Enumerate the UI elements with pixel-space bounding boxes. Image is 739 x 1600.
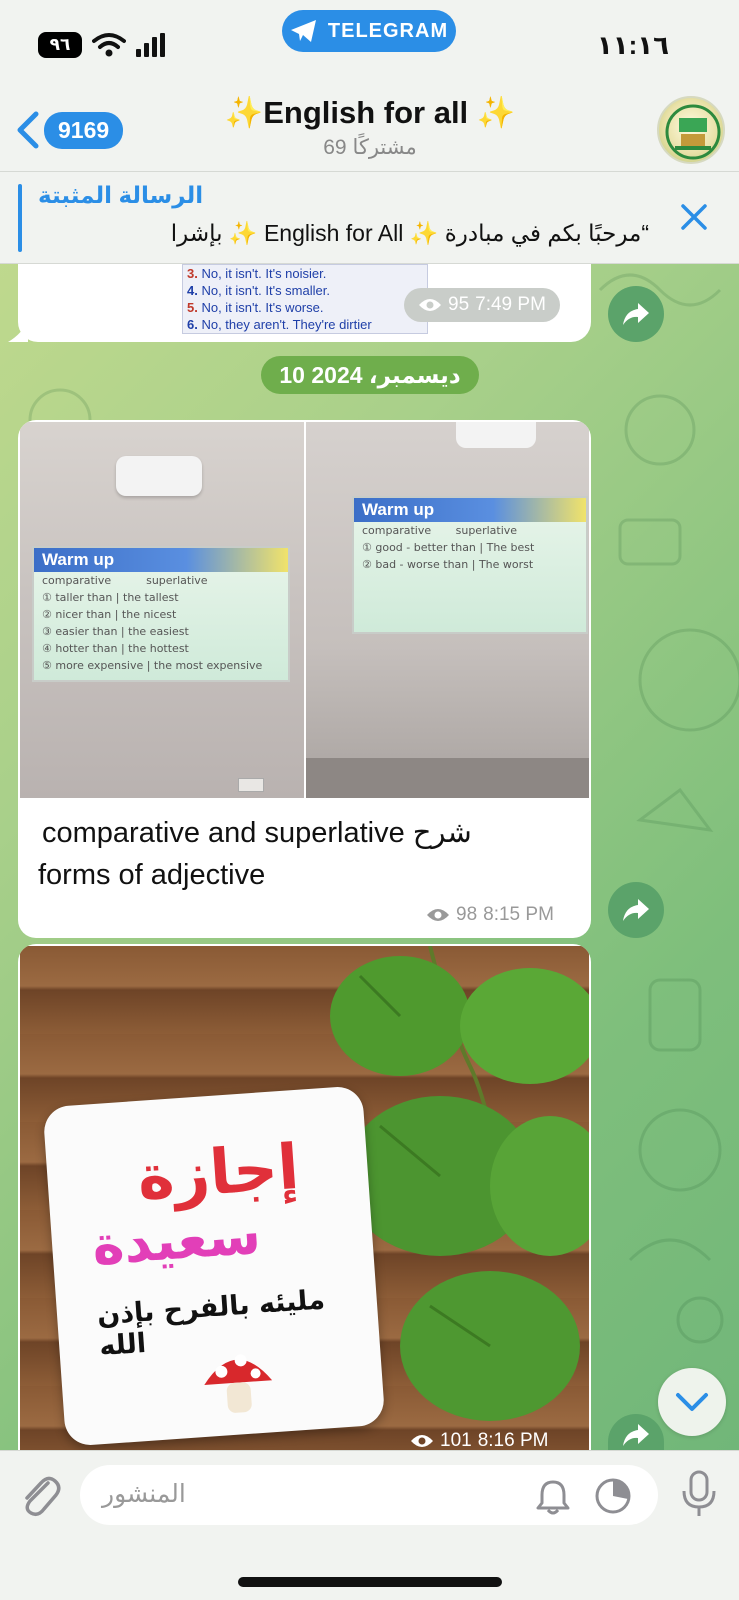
view-count: 95 bbox=[448, 294, 470, 315]
whiteboard-row: ② nicer than | the nicest bbox=[42, 608, 177, 621]
post-input[interactable]: المنشور bbox=[80, 1465, 658, 1525]
view-count: 101 bbox=[440, 1430, 472, 1451]
caption-line-2: forms of adjective bbox=[38, 859, 266, 891]
warmup-title: Warm up bbox=[354, 498, 586, 522]
home-indicator bbox=[238, 1577, 502, 1587]
whiteboard-row: ⑤ more expensive | the most expensive bbox=[42, 659, 263, 672]
timer-icon[interactable] bbox=[594, 1477, 632, 1515]
col-superlative: superlative bbox=[146, 574, 208, 587]
view-count: 98 bbox=[456, 904, 478, 925]
message-bubble-holiday[interactable]: إجازة سعيدة مليئه بالفرح بإذن الله 101 8… bbox=[18, 944, 591, 1452]
share-icon bbox=[623, 899, 649, 921]
pinned-label: الرسالة المثبتة bbox=[38, 182, 204, 208]
unread-badge: 9169 bbox=[44, 111, 124, 149]
telegram-pill-label: TELEGRAM bbox=[327, 19, 449, 42]
worksheet-image: 3. No, it isn't. It's noisier. 4. No, it … bbox=[182, 264, 428, 334]
worksheet-lines: 3. No, it isn't. It's noisier. 4. No, it … bbox=[183, 265, 427, 333]
whiteboard-row: ④ hotter than | the hottest bbox=[42, 642, 189, 655]
whiteboard-row: ① taller than | the tallest bbox=[42, 591, 179, 604]
projector bbox=[456, 422, 536, 448]
whiteboard-rows-left: ① taller than | the tallest ② nicer than … bbox=[34, 589, 288, 674]
message-meta: 98 8:15 PM bbox=[426, 904, 554, 926]
status-icons: ٩٦ bbox=[38, 32, 170, 58]
share-icon bbox=[623, 1424, 649, 1446]
paperclip-icon[interactable] bbox=[18, 1473, 62, 1519]
message-time: 8:15 PM bbox=[483, 904, 554, 925]
forward-button[interactable] bbox=[608, 882, 664, 938]
whiteboard-row: ② bad - worse than | The worst bbox=[362, 558, 534, 571]
album-photo-right[interactable]: Warm up comparative superlative ① good -… bbox=[306, 422, 589, 798]
forward-button[interactable] bbox=[608, 286, 664, 342]
album-photo-left[interactable]: Warm up comparative superlative ① taller… bbox=[20, 422, 304, 798]
pinned-message-bar[interactable]: الرسالة المثبتة “مرحبًا بكم في مبادرة ✨ … bbox=[0, 172, 739, 264]
chevron-down-icon bbox=[676, 1393, 708, 1411]
pinned-text: “مرحبًا بكم في مبادرة ✨ English for All … bbox=[170, 220, 649, 246]
warmup-title: Warm up bbox=[34, 548, 288, 572]
worksheet-line: 3. No, it isn't. It's noisier. bbox=[187, 266, 327, 281]
whiteboard-right: Warm up comparative superlative ① good -… bbox=[352, 496, 588, 634]
date-divider: 10 ديسمبر، 2024 bbox=[261, 356, 479, 394]
projector bbox=[116, 456, 202, 496]
worksheet-line: 4. No, it isn't. It's smaller. bbox=[187, 283, 330, 298]
whiteboard-row: ③ easier than | the easiest bbox=[42, 625, 189, 638]
clock: ١١:١٦ bbox=[596, 30, 669, 60]
whiteboard-left: Warm up comparative superlative ① taller… bbox=[32, 546, 290, 682]
message-meta: 95 7:49 PM bbox=[404, 288, 560, 322]
greeting-card: إجازة سعيدة مليئه بالفرح بإذن الله bbox=[42, 1085, 386, 1447]
eye-icon bbox=[419, 299, 441, 311]
bubble-tail bbox=[8, 320, 28, 342]
chevron-left-icon bbox=[17, 111, 39, 149]
chat-header: 9169 ✨English for all ✨ 69 مشتركًا bbox=[0, 88, 739, 172]
floor bbox=[306, 758, 589, 798]
album-caption: comparative and superlative شرح forms of… bbox=[38, 812, 578, 896]
post-input-placeholder: المنشور bbox=[102, 1480, 186, 1508]
message-bubble-album[interactable]: Warm up comparative superlative ① taller… bbox=[18, 420, 591, 938]
mic-icon[interactable] bbox=[680, 1469, 718, 1519]
holiday-image[interactable]: إجازة سعيدة مليئه بالفرح بإذن الله bbox=[20, 946, 589, 1452]
status-bar: ٩٦ TELEGRAM ١١:١٦ bbox=[0, 0, 739, 88]
battery-indicator: ٩٦ bbox=[38, 32, 82, 58]
channel-avatar[interactable] bbox=[657, 96, 725, 164]
card-word-1: إجازة bbox=[135, 1129, 302, 1215]
wall-outlet bbox=[238, 778, 264, 792]
whiteboard-row: ① good - better than | The best bbox=[362, 541, 535, 554]
worksheet-line: 5. No, it isn't. It's worse. bbox=[187, 300, 324, 315]
wifi-icon bbox=[92, 33, 126, 57]
bell-icon[interactable] bbox=[536, 1479, 570, 1515]
message-meta: 101 8:16 PM bbox=[410, 1430, 548, 1452]
eye-icon bbox=[427, 909, 449, 921]
close-icon[interactable] bbox=[679, 202, 709, 232]
subscriber-count: 69 مشتركًا bbox=[323, 136, 417, 159]
col-comparative: comparative bbox=[362, 524, 432, 537]
signal-icon bbox=[136, 33, 165, 57]
back-button[interactable]: 9169 bbox=[14, 110, 124, 150]
mushroom-icon bbox=[204, 1354, 273, 1413]
col-comparative: comparative bbox=[42, 574, 112, 587]
card-word-2: سعيدة bbox=[90, 1202, 263, 1278]
col-superlative: superlative bbox=[455, 524, 518, 537]
message-time: 7:49 PM bbox=[475, 294, 546, 315]
chat-title: ✨English for all ✨ bbox=[224, 95, 516, 130]
telegram-pill[interactable]: TELEGRAM bbox=[282, 10, 456, 52]
scroll-down-button[interactable] bbox=[658, 1368, 726, 1436]
whiteboard-rows-right: ① good - better than | The best ② bad - w… bbox=[354, 539, 586, 573]
worksheet-line: 6. No, they aren't. They're dirtier bbox=[187, 317, 372, 332]
message-time: 8:16 PM bbox=[477, 1430, 549, 1451]
share-icon bbox=[623, 303, 649, 325]
message-bubble-previous[interactable]: 3. No, it isn't. It's noisier. 4. No, it … bbox=[18, 264, 591, 342]
telegram-plane-icon bbox=[290, 20, 316, 42]
pinned-indicator bbox=[18, 184, 22, 252]
chat-title-block[interactable]: ✨English for all ✨ 69 مشتركًا bbox=[150, 94, 590, 160]
caption-line-1: comparative and superlative شرح bbox=[42, 817, 472, 849]
avatar-logo bbox=[665, 104, 721, 160]
eye-icon bbox=[411, 1435, 433, 1447]
